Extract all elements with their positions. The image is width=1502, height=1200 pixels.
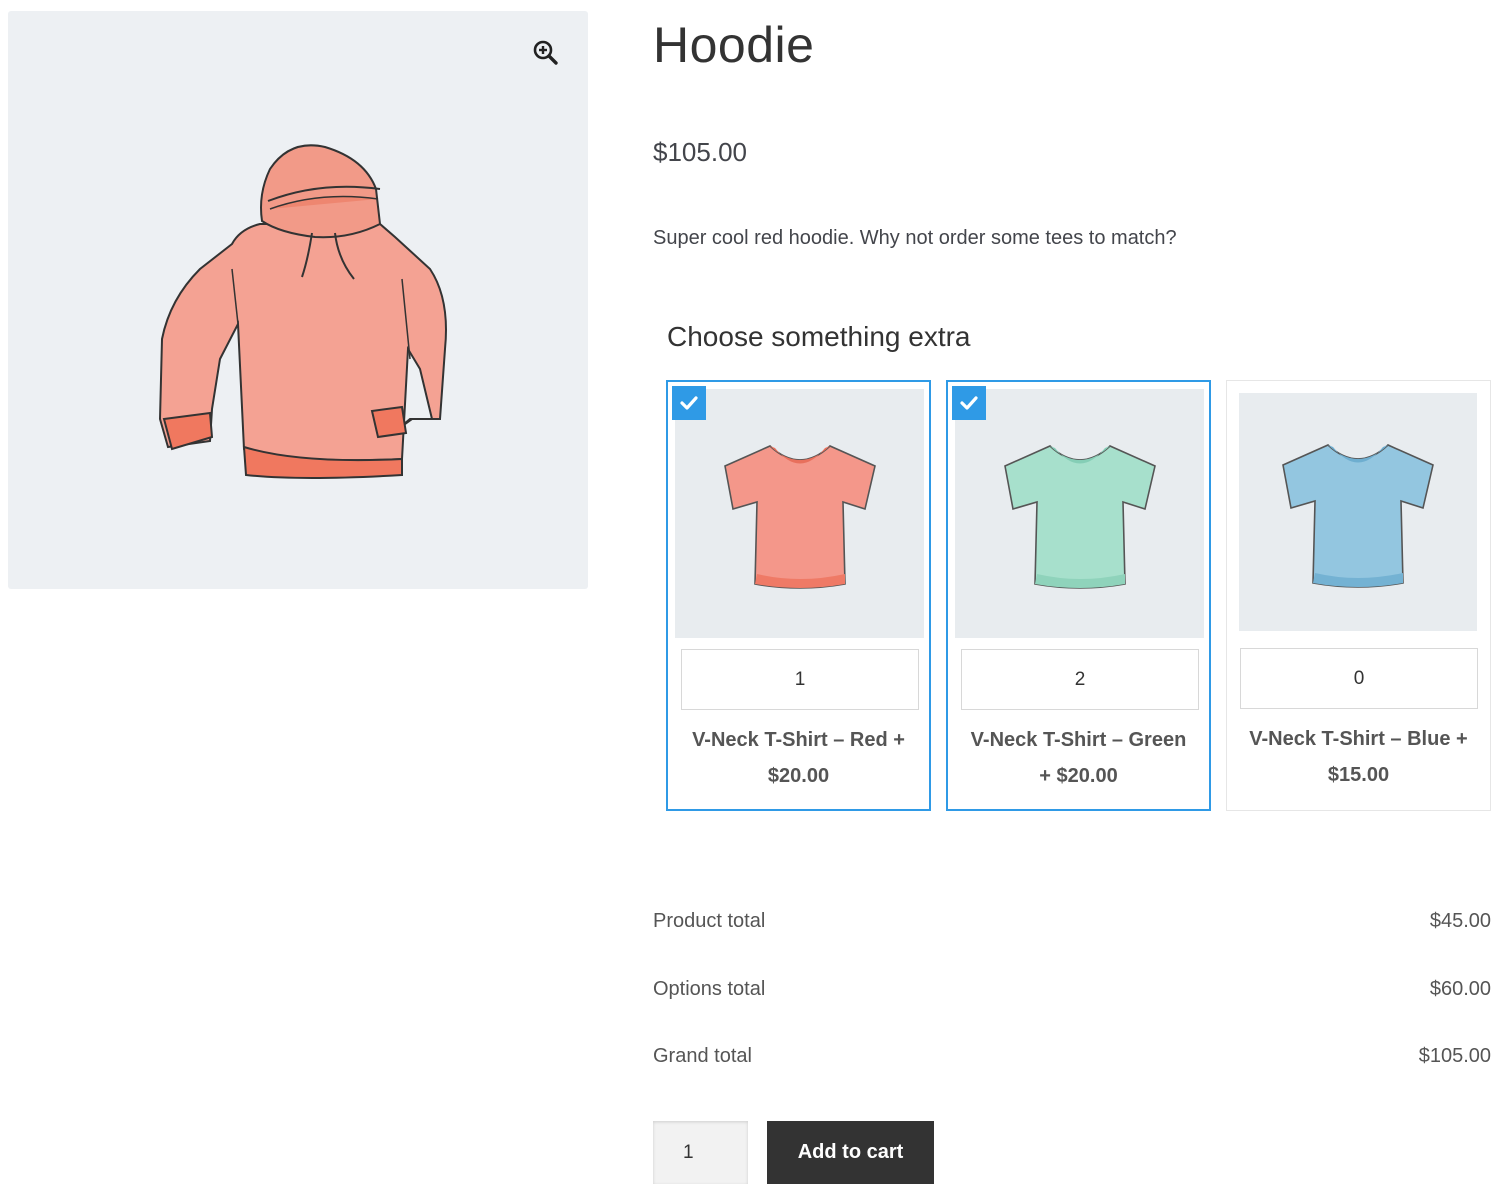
product-price: $105.00: [653, 137, 747, 167]
tshirt-red-image[interactable]: [675, 389, 924, 638]
extra-qty-blue[interactable]: [1240, 648, 1478, 709]
product-title: Hoodie: [653, 17, 815, 73]
extra-name-green: V-Neck T-Shirt – Green + $20.00: [970, 729, 1187, 787]
tshirt-green-image[interactable]: [955, 389, 1204, 638]
hoodie-image[interactable]: [140, 129, 460, 489]
extra-name-red: V-Neck T-Shirt – Red + $20.00: [692, 729, 905, 787]
tshirt-blue-image[interactable]: [1239, 393, 1477, 631]
grand-total-label: Grand total: [653, 1045, 752, 1067]
grand-total-row: Grand total $105.00: [653, 1045, 1491, 1075]
grand-total-value: $105.00: [1418, 1045, 1491, 1067]
extra-card-blue[interactable]: V-Neck T-Shirt – Blue +$15.00: [1226, 380, 1491, 811]
zoom-in-icon[interactable]: [532, 39, 560, 67]
product-total-label: Product total: [653, 910, 766, 932]
product-gallery: [8, 11, 588, 589]
extra-card-red[interactable]: V-Neck T-Shirt – Red +$20.00: [666, 380, 931, 811]
checkmark-icon[interactable]: [672, 386, 706, 420]
product-total-row: Product total $45.00: [653, 910, 1491, 940]
checkmark-icon[interactable]: [952, 386, 986, 420]
extra-name-blue: V-Neck T-Shirt – Blue + $15.00: [1249, 728, 1468, 786]
add-to-cart-button[interactable]: Add to cart: [767, 1121, 934, 1184]
cart-quantity-input[interactable]: [653, 1121, 748, 1184]
options-total-value: $60.00: [1429, 978, 1491, 1000]
options-total-row: Options total $60.00: [653, 978, 1491, 1008]
product-total-value: $45.00: [1429, 910, 1491, 932]
extra-card-green[interactable]: V-Neck T-Shirt – Green+ $20.00: [946, 380, 1211, 811]
extras-heading: Choose something extra: [667, 321, 971, 352]
options-total-label: Options total: [653, 978, 766, 1000]
extra-qty-green[interactable]: [961, 649, 1199, 710]
product-description: Super cool red hoodie. Why not order som…: [653, 227, 1177, 249]
extra-qty-red[interactable]: [681, 649, 919, 710]
